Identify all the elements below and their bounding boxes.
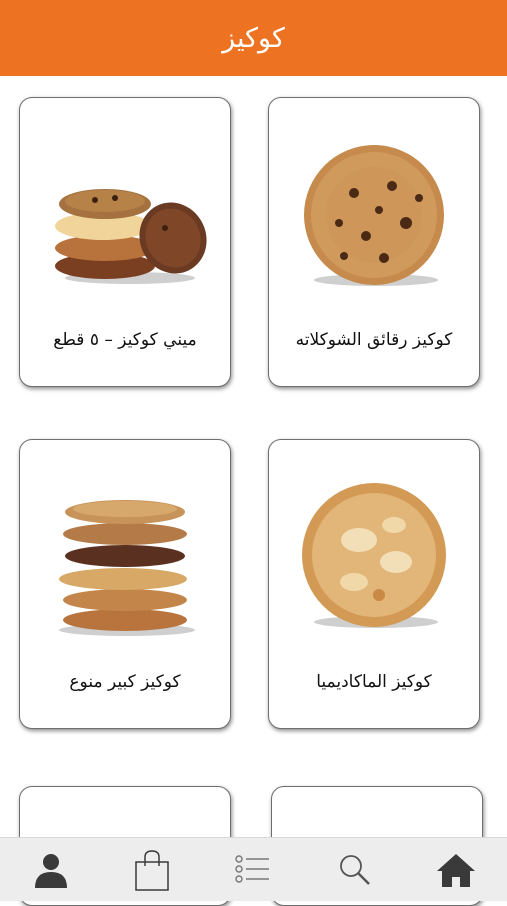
macadamia-cookie-image	[269, 470, 479, 640]
home-icon	[437, 853, 476, 887]
large-assorted-stack-image	[20, 470, 230, 640]
list-icon	[235, 854, 270, 883]
search-icon	[339, 854, 370, 885]
tab-cart[interactable]	[122, 845, 182, 895]
product-card-mini-cookies[interactable]: ميني كوكيز – ٥ قطع	[19, 97, 231, 387]
tab-profile[interactable]	[21, 845, 81, 895]
product-card-chocolate-chip[interactable]: كوكيز رقائق الشوكلاته	[268, 97, 480, 387]
tab-search[interactable]	[325, 845, 385, 895]
chocolate-chip-cookie-image	[269, 128, 479, 298]
product-name: كوكيز رقائق الشوكلاته	[295, 330, 453, 350]
user-icon	[34, 853, 67, 888]
app-header: كوكيز	[0, 0, 507, 76]
product-card-large-assorted[interactable]: كوكيز كبير منوع	[19, 439, 231, 729]
bottom-tab-bar	[0, 837, 507, 901]
product-name: كوكيز الماكاديميا	[316, 672, 432, 692]
product-card-macadamia[interactable]: كوكيز الماكاديميا	[268, 439, 480, 729]
shopping-bag-icon	[135, 849, 169, 891]
product-name: ميني كوكيز – ٥ قطع	[53, 330, 197, 350]
tab-menu[interactable]	[223, 845, 283, 895]
tab-home[interactable]	[426, 845, 486, 895]
product-name: كوكيز كبير منوع	[69, 672, 181, 692]
page-title: كوكيز	[222, 22, 285, 54]
mini-cookies-stack-image	[20, 128, 230, 298]
